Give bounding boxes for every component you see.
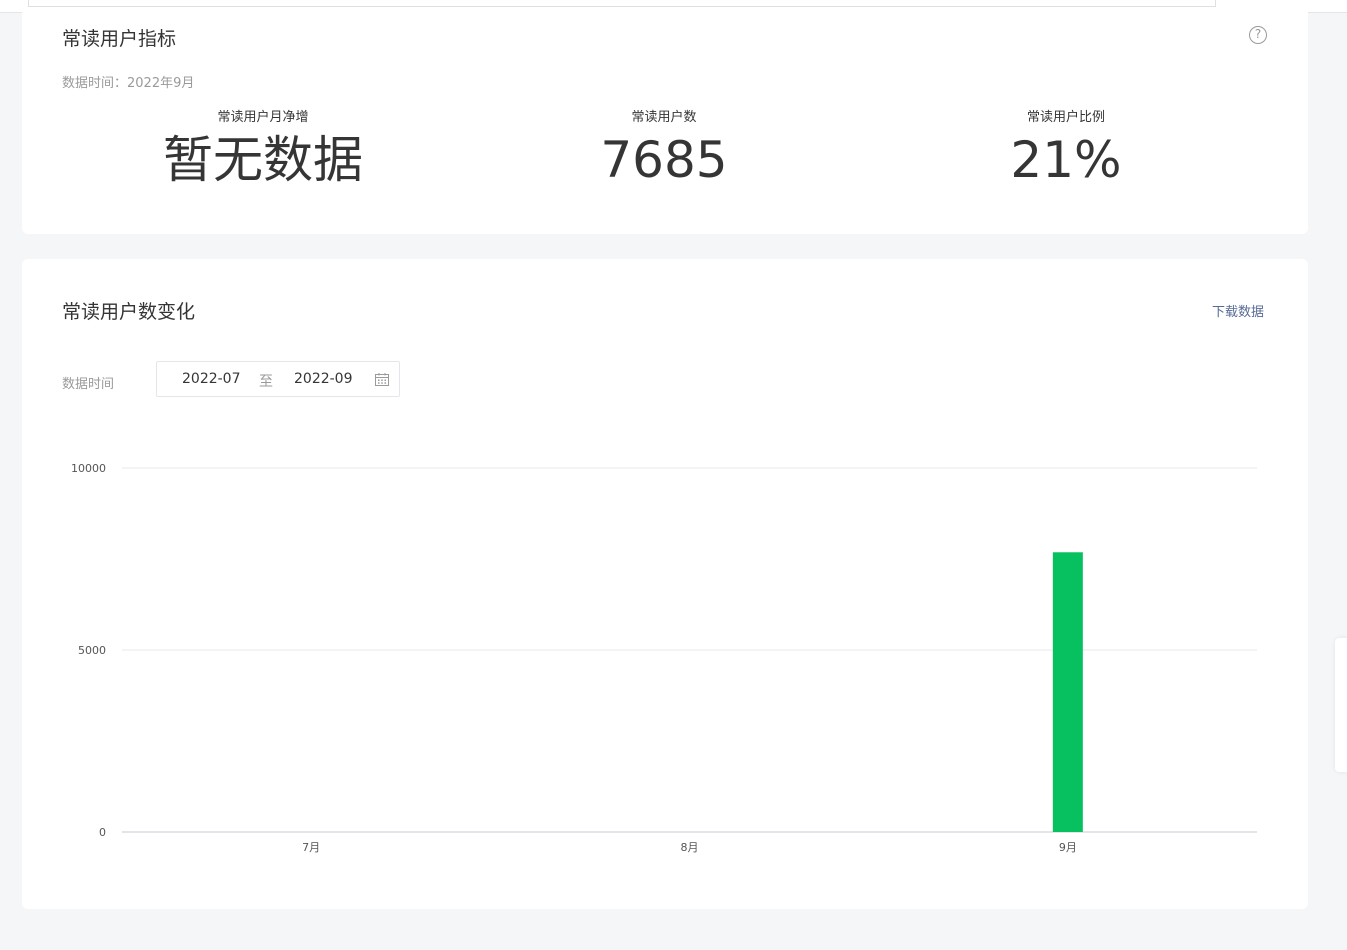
y-tick-label: 5000 xyxy=(78,644,106,657)
metric-regular-reader-count: 常读用户数 7685 xyxy=(504,108,824,190)
y-tick-label: 0 xyxy=(99,826,106,839)
address-bar[interactable] xyxy=(28,0,1216,7)
download-data-link[interactable]: 下载数据 xyxy=(1212,301,1264,320)
metrics-data-time: 数据时间：2022年9月 xyxy=(62,76,195,91)
question-circle-icon[interactable]: ? xyxy=(1249,26,1267,44)
metric-monthly-net-increase: 常读用户月净增 暂无数据 xyxy=(103,108,423,190)
y-tick-label: 10000 xyxy=(71,462,106,475)
chart-bar xyxy=(1052,552,1083,832)
chart-card-title: 常读用户数变化 xyxy=(62,301,196,323)
date-separator: 至 xyxy=(259,374,273,390)
metric-regular-reader-ratio: 常读用户比例 21% xyxy=(906,108,1226,190)
date-filter-label: 数据时间 xyxy=(62,377,115,392)
metrics-card-title: 常读用户指标 xyxy=(62,28,177,50)
bar-chart: 0 5000 10000 7月 8月 9月 xyxy=(71,462,1257,854)
metric-label: 常读用户数 xyxy=(631,110,697,125)
x-tick-label: 7月 xyxy=(302,841,320,854)
date-end[interactable]: 2022-09 xyxy=(294,371,353,387)
metrics-card: 常读用户指标 ? 数据时间：2022年9月 常读用户月净增 暂无数据 常读用户数… xyxy=(22,8,1308,234)
metric-label: 常读用户月净增 xyxy=(217,110,309,125)
metric-value: 暂无数据 xyxy=(163,131,363,189)
metric-value: 7685 xyxy=(600,131,728,189)
metric-value: 21% xyxy=(1010,131,1122,189)
x-tick-label: 9月 xyxy=(1059,841,1077,854)
x-tick-label: 8月 xyxy=(681,841,699,854)
chart-card: 常读用户数变化 下载数据 数据时间 2022-07 至 2022-09 0 500… xyxy=(22,259,1308,909)
calendar-icon[interactable] xyxy=(375,373,389,386)
side-float-panel[interactable] xyxy=(1335,638,1347,772)
date-start[interactable]: 2022-07 xyxy=(182,371,241,387)
date-range-picker[interactable]: 2022-07 至 2022-09 xyxy=(156,361,400,397)
metric-label: 常读用户比例 xyxy=(1026,110,1105,125)
